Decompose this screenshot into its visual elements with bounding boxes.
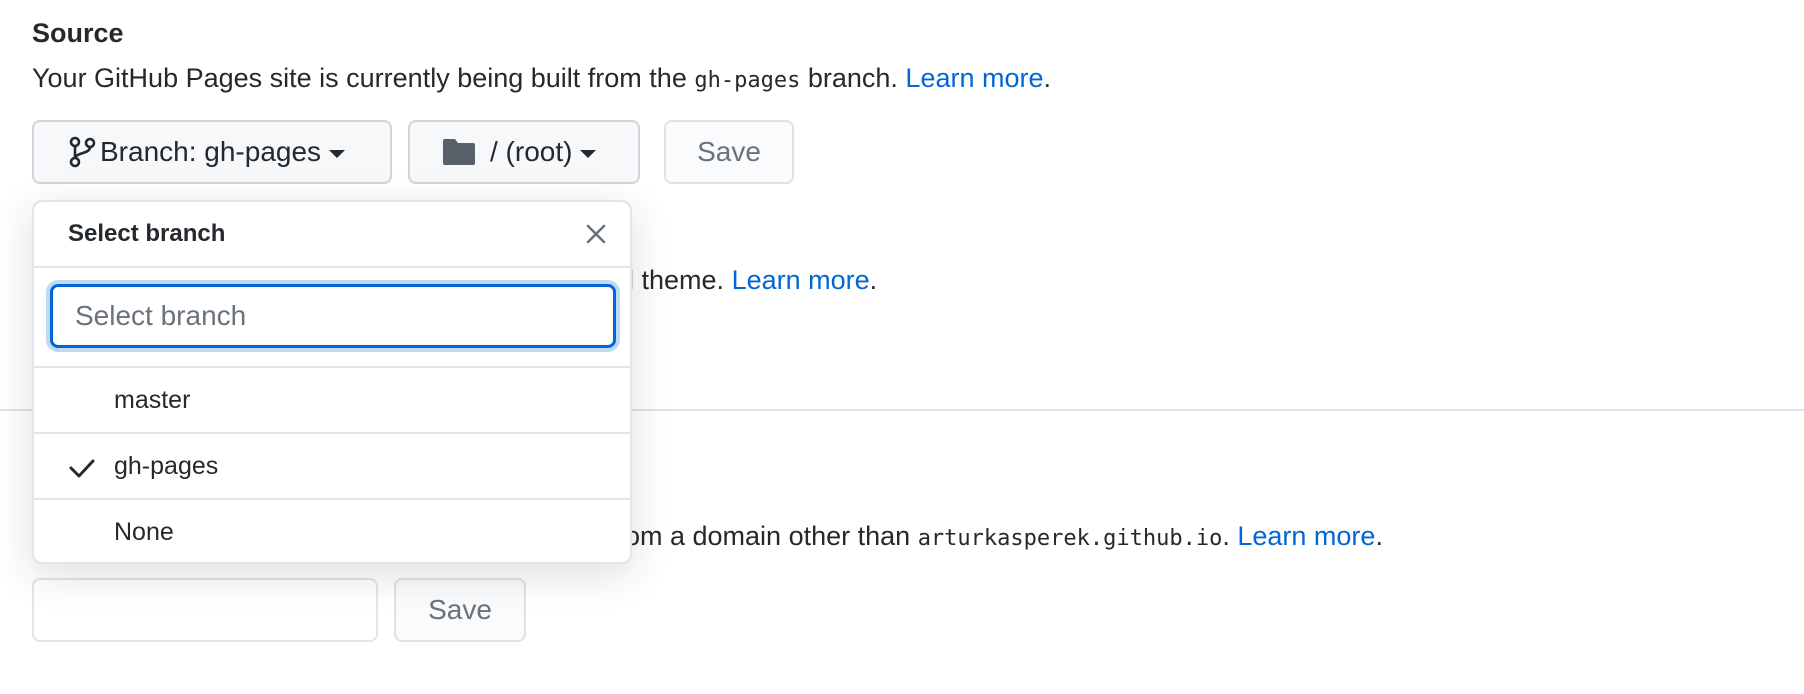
- custom-domain-input[interactable]: [32, 578, 378, 642]
- source-save-button[interactable]: Save: [664, 120, 794, 184]
- folder-select-button[interactable]: / (root): [408, 120, 640, 184]
- branch-item-gh-pages[interactable]: gh-pages: [34, 434, 630, 500]
- branch-item-master[interactable]: master: [34, 368, 630, 434]
- domain-code: arturkasperek.github.io: [917, 526, 1223, 551]
- select-branch-popover: Select branch master gh-pages None: [32, 200, 632, 564]
- popover-search-area: [34, 268, 630, 368]
- folder-select-label: / (root): [490, 136, 573, 167]
- popover-title: Select branch: [68, 220, 226, 247]
- folder-icon: [443, 139, 475, 165]
- source-desc-suffix: branch.: [807, 63, 898, 93]
- source-branch-code: gh-pages: [694, 68, 801, 93]
- git-branch-icon: [69, 136, 96, 168]
- chevron-down-icon: [580, 150, 597, 158]
- branch-search-input[interactable]: [50, 284, 616, 348]
- close-icon[interactable]: [582, 220, 610, 248]
- domain-learn-more-link[interactable]: Learn more: [1237, 521, 1375, 551]
- source-period: .: [1043, 63, 1052, 93]
- check-icon: [69, 459, 95, 478]
- source-learn-more-link[interactable]: Learn more: [905, 63, 1043, 93]
- branch-item-none[interactable]: None: [34, 500, 630, 562]
- branch-item-label: gh-pages: [114, 452, 219, 480]
- source-heading: Source: [32, 18, 124, 48]
- theme-learn-more-link[interactable]: Learn more: [732, 265, 870, 295]
- custom-domain-save-button[interactable]: Save: [394, 578, 526, 642]
- source-desc-prefix: Your GitHub Pages site is currently bein…: [32, 63, 687, 93]
- branch-select-button[interactable]: Branch: gh-pages: [32, 120, 392, 184]
- branch-select-label: Branch: gh-pages: [100, 136, 322, 167]
- theme-period: .: [869, 265, 878, 295]
- domain-fragment: rom a domain other than: [616, 521, 911, 551]
- branch-item-label: None: [114, 518, 174, 546]
- theme-description: ll theme. Learn more.: [622, 260, 877, 300]
- custom-domain-description: rom a domain other than arturkasperek.gi…: [616, 516, 1383, 559]
- domain-code-period: .: [1222, 521, 1230, 551]
- theme-fragment: ll theme.: [622, 265, 725, 295]
- domain-period: .: [1375, 521, 1383, 551]
- source-description: Your GitHub Pages site is currently bein…: [32, 58, 1051, 101]
- chevron-down-icon: [329, 150, 346, 158]
- branch-item-label: master: [114, 386, 191, 414]
- popover-header: Select branch: [34, 202, 630, 268]
